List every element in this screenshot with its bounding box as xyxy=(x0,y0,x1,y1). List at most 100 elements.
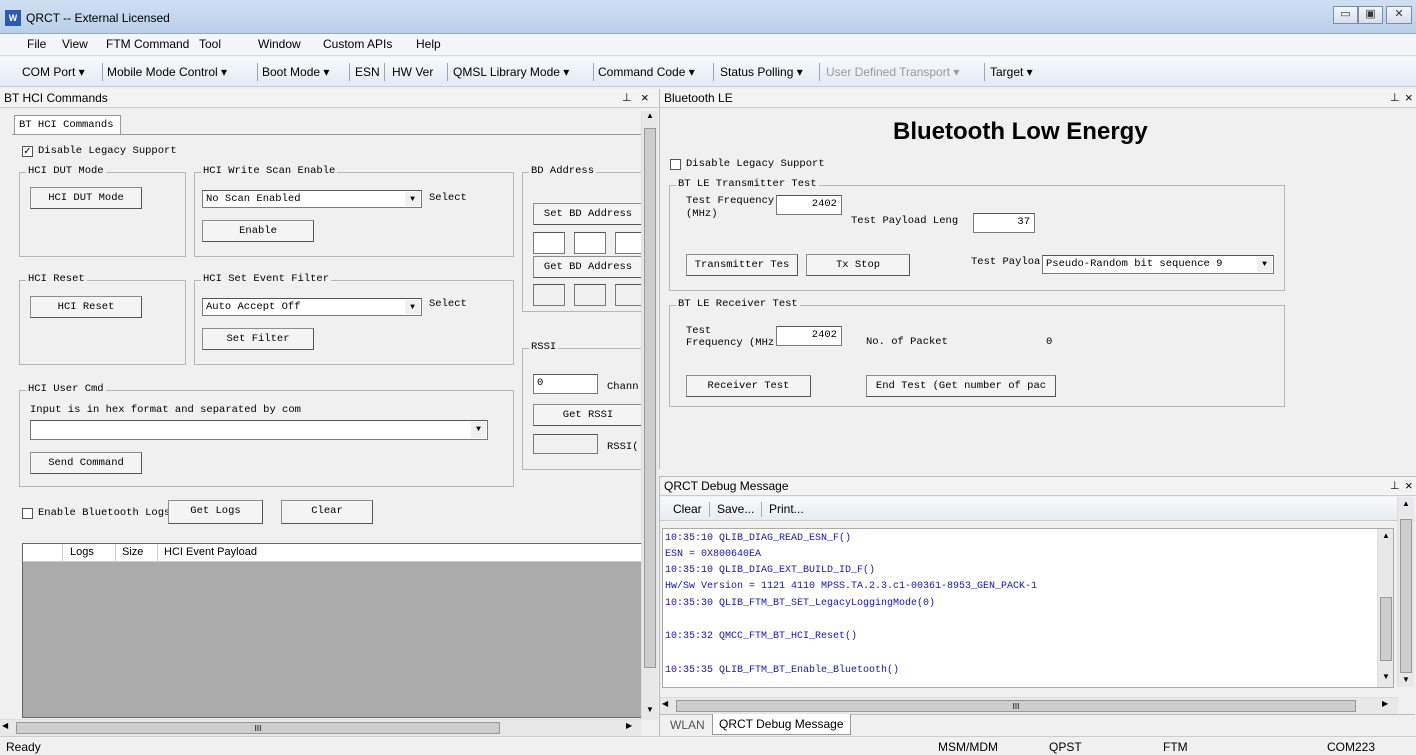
ble-disable-legacy-label: Disable Legacy Support xyxy=(686,158,825,170)
menu-tool[interactable]: Tool xyxy=(199,37,221,51)
chevron-down-icon: ▼ xyxy=(1257,257,1272,272)
title-bar: W QRCT -- External Licensed ▭ ▣ ✕ xyxy=(0,0,1416,34)
mobile-mode-control-button[interactable]: Mobile Mode Control ▾ xyxy=(107,65,227,79)
minimize-button[interactable]: ▭ xyxy=(1333,6,1358,24)
debug-hscrollbar[interactable]: ◀ III ▶ xyxy=(660,697,1398,714)
menu-ftm-command[interactable]: FTM Command xyxy=(106,37,189,51)
col-logs[interactable]: Logs xyxy=(70,546,94,558)
menu-window[interactable]: Window xyxy=(258,37,301,51)
user-cmd-input[interactable]: ▼ xyxy=(30,420,488,440)
bd-byte-output xyxy=(574,284,606,306)
enable-logs-label: Enable Bluetooth Logs xyxy=(38,507,171,519)
clear-logs-button[interactable]: Clear xyxy=(281,500,373,524)
status-polling-button[interactable]: Status Polling ▾ xyxy=(720,65,803,79)
tx-stop-button[interactable]: Tx Stop xyxy=(806,254,910,276)
debug-print-button[interactable]: Print... xyxy=(769,502,804,516)
pin-icon[interactable]: ⊥ xyxy=(1390,479,1400,492)
hci-dut-mode-button[interactable]: HCI DUT Mode xyxy=(30,187,142,209)
status-text: Ready xyxy=(6,740,41,754)
get-rssi-button[interactable]: Get RSSI xyxy=(533,404,643,426)
channel-label: Chann xyxy=(607,381,639,393)
set-filter-button[interactable]: Set Filter xyxy=(202,328,314,350)
close-pane-icon[interactable]: × xyxy=(641,90,649,105)
status-qpst: QPST xyxy=(1049,740,1082,754)
esn-button[interactable]: ESN xyxy=(355,65,380,79)
send-command-button[interactable]: Send Command xyxy=(30,452,142,474)
target-button[interactable]: Target ▾ xyxy=(990,65,1033,79)
close-pane-icon[interactable]: × xyxy=(1405,478,1413,493)
log-line: Hw/Sw Version = 1121 4110 MPSS.TA.2.3.c1… xyxy=(665,581,1038,592)
menu-view[interactable]: View xyxy=(62,37,88,51)
log-line: 10:35:10 QLIB_DIAG_READ_ESN_F() xyxy=(665,533,852,544)
bt-hci-pane-header: BT HCI Commands xyxy=(0,89,658,108)
payload-type-select[interactable]: Pseudo-Random bit sequence 9 ▼ xyxy=(1042,255,1274,274)
col-payload[interactable]: HCI Event Payload xyxy=(164,546,257,558)
scan-mode-select[interactable]: No Scan Enabled ▼ xyxy=(202,190,422,208)
debug-log: 10:35:10 QLIB_DIAG_READ_ESN_F() ESN = 0X… xyxy=(662,528,1394,688)
bd-byte-output xyxy=(615,284,643,306)
debug-pane-vscrollbar[interactable]: ▲ ▼ xyxy=(1397,497,1414,687)
debug-clear-button[interactable]: Clear xyxy=(673,502,702,516)
tx-freq-label: Test Frequency (MHz) xyxy=(686,195,775,220)
logs-table-header: Logs Size HCI Event Payload xyxy=(23,544,641,562)
log-line: 10:35:35 QLIB_FTM_BT_Enable_Bluetooth() xyxy=(665,665,900,676)
col-size[interactable]: Size xyxy=(122,546,143,558)
receiver-test-button[interactable]: Receiver Test xyxy=(686,375,811,397)
hw-ver-button[interactable]: HW Ver xyxy=(392,65,433,79)
status-ftm: FTM xyxy=(1163,740,1188,754)
bd-byte-input[interactable] xyxy=(533,232,565,254)
end-test-button[interactable]: End Test (Get number of pac xyxy=(866,375,1056,397)
tab-qrct-debug-message[interactable]: QRCT Debug Message xyxy=(712,714,851,735)
event-filter-select[interactable]: Auto Accept Off ▼ xyxy=(202,298,422,316)
rx-freq-input[interactable]: 2402 xyxy=(776,326,842,346)
menu-file[interactable]: File xyxy=(27,37,46,51)
app-icon: W xyxy=(5,10,21,26)
bd-byte-input[interactable] xyxy=(574,232,606,254)
debug-log-vscrollbar[interactable]: ▲ ▼ xyxy=(1377,529,1393,687)
debug-save-button[interactable]: Save... xyxy=(717,502,754,516)
close-button[interactable]: ✕ xyxy=(1386,6,1412,24)
command-code-button[interactable]: Command Code ▾ xyxy=(598,65,695,79)
log-line: 10:35:30 QLIB_FTM_BT_SET_LegacyLoggingMo… xyxy=(665,598,936,609)
disable-legacy-checkbox[interactable]: ✓ xyxy=(22,146,33,157)
log-line: 10:35:10 QLIB_DIAG_EXT_BUILD_ID_F() xyxy=(665,565,876,576)
com-port-button[interactable]: COM Port ▾ xyxy=(22,65,85,79)
ble-disable-legacy-checkbox[interactable] xyxy=(670,159,681,170)
pin-icon[interactable]: ⊥ xyxy=(622,91,632,104)
get-logs-button[interactable]: Get Logs xyxy=(168,500,263,524)
logs-table: Logs Size HCI Event Payload xyxy=(22,543,642,718)
hci-reset-button[interactable]: HCI Reset xyxy=(30,296,142,318)
pin-icon[interactable]: ⊥ xyxy=(1390,91,1400,104)
select-label: Select xyxy=(429,298,467,310)
bluetooth-le-pane-header: Bluetooth LE xyxy=(660,89,1416,108)
menu-custom-apis[interactable]: Custom APIs xyxy=(323,37,392,51)
left-hscrollbar[interactable]: ◀ III ▶ xyxy=(0,719,641,736)
disable-legacy-label: Disable Legacy Support xyxy=(38,145,177,157)
left-vscrollbar[interactable]: ▲ ▼ xyxy=(641,111,658,720)
get-bd-address-button[interactable]: Get BD Address xyxy=(533,256,643,278)
user-defined-transport-button[interactable]: User Defined Transport ▾ xyxy=(826,65,959,79)
payload-length-input[interactable]: 37 xyxy=(973,213,1035,233)
menu-bar: File View FTM Command Tool Window Custom… xyxy=(0,34,1416,56)
close-pane-icon[interactable]: × xyxy=(1405,90,1413,105)
hci-write-scan-group: HCI Write Scan Enable xyxy=(194,165,514,257)
menu-help[interactable]: Help xyxy=(416,37,441,51)
enable-logs-checkbox[interactable] xyxy=(22,508,33,519)
payload-type-label: Test Payloa xyxy=(971,256,1041,268)
maximize-button[interactable]: ▣ xyxy=(1358,6,1383,24)
transmitter-test-button[interactable]: Transmitter Tes xyxy=(686,254,798,276)
tx-freq-input[interactable]: 2402 xyxy=(776,195,842,215)
boot-mode-button[interactable]: Boot Mode ▾ xyxy=(262,65,329,79)
qmsl-library-mode-button[interactable]: QMSL Library Mode ▾ xyxy=(453,65,569,79)
tab-bt-hci-commands[interactable]: BT HCI Commands xyxy=(14,115,121,135)
bd-byte-input[interactable] xyxy=(615,232,643,254)
rssi-channel-input[interactable]: 0 xyxy=(533,374,598,394)
debug-toolbar: Clear Save... Print... xyxy=(660,497,1415,521)
debug-pane-header: QRCT Debug Message xyxy=(660,477,1416,496)
toolbar: COM Port ▾ Mobile Mode Control ▾ Boot Mo… xyxy=(0,57,1416,87)
enable-button[interactable]: Enable xyxy=(202,220,314,242)
tab-wlan[interactable]: WLAN xyxy=(670,718,705,732)
rssi-label: RSSI( xyxy=(607,441,639,453)
set-bd-address-button[interactable]: Set BD Address xyxy=(533,203,643,225)
ble-title: Bluetooth Low Energy xyxy=(893,118,1148,145)
